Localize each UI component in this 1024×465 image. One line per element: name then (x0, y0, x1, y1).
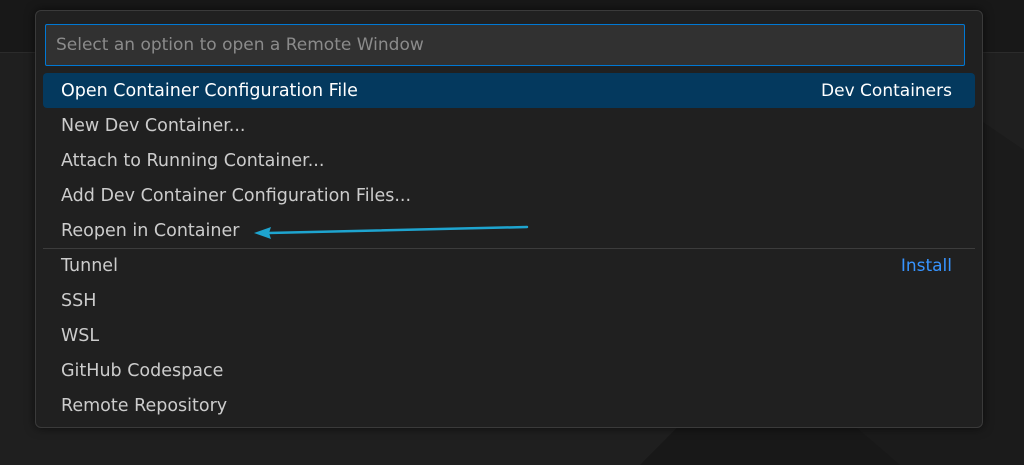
list-item-label: Add Dev Container Configuration Files... (61, 185, 412, 206)
remote-window-quick-pick: Open Container Configuration File Dev Co… (35, 10, 983, 428)
list-item-new-dev-container[interactable]: New Dev Container... (43, 108, 975, 143)
install-link[interactable]: Install (901, 256, 952, 276)
list-item-description: Dev Containers (821, 80, 952, 101)
quick-pick-input[interactable] (45, 24, 965, 66)
list-item-add-config-files[interactable]: Add Dev Container Configuration Files... (43, 178, 975, 213)
list-item-attach-running-container[interactable]: Attach to Running Container... (43, 143, 975, 178)
list-item-label: Attach to Running Container... (61, 150, 325, 171)
list-item-label: WSL (61, 325, 100, 346)
quick-pick-list: Open Container Configuration File Dev Co… (43, 73, 975, 423)
list-item-label: GitHub Codespace (61, 360, 224, 381)
list-item-tunnel[interactable]: Tunnel Install (43, 248, 975, 283)
list-item-github-codespace[interactable]: GitHub Codespace (43, 353, 975, 388)
list-item-label: SSH (61, 290, 97, 311)
list-item-ssh[interactable]: SSH (43, 283, 975, 318)
list-item-label: Tunnel (61, 255, 118, 276)
list-item-wsl[interactable]: WSL (43, 318, 975, 353)
list-item-reopen-in-container[interactable]: Reopen in Container (43, 213, 975, 248)
list-item-label: Reopen in Container (61, 220, 240, 241)
list-item-label: Open Container Configuration File (61, 80, 358, 101)
list-item-open-container-config[interactable]: Open Container Configuration File Dev Co… (43, 73, 975, 108)
list-item-label: New Dev Container... (61, 115, 246, 136)
list-item-label: Remote Repository (61, 395, 228, 416)
list-item-remote-repository[interactable]: Remote Repository (43, 388, 975, 423)
